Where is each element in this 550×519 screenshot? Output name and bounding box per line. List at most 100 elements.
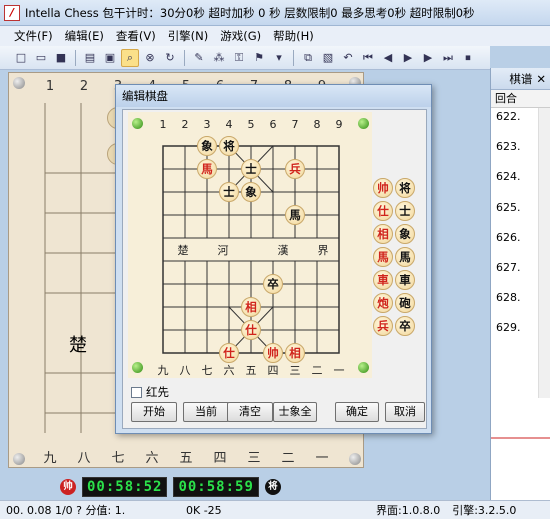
edit-board[interactable]: 1 2 3 4 5 6 7 8 9 楚 河 漢 界 象 将 馬 士 兵 士 象 …	[128, 112, 372, 378]
file-label: 九	[43, 451, 57, 466]
start-button[interactable]: 开始	[131, 402, 177, 422]
toolbar-divider	[75, 49, 76, 66]
palette-piece[interactable]: 兵	[373, 316, 393, 336]
file-label: 四	[213, 451, 227, 466]
menu-engine[interactable]: 引擎(N)	[162, 28, 215, 44]
print-icon[interactable]: ▤	[81, 49, 99, 67]
edit-board-dialog: 编辑棋盘 1 2 3 4 5 6 7 8 9 楚 河 漢 界 象 将 馬 士 兵…	[115, 84, 432, 434]
board-piece[interactable]: 馬	[197, 159, 217, 179]
board-piece[interactable]: 兵	[285, 159, 305, 179]
menu-help[interactable]: 帮助(H)	[267, 28, 320, 44]
file-label: 八	[77, 451, 91, 466]
dropdown-arrow-icon[interactable]: ▾	[270, 49, 288, 67]
river-label-han: 漢	[277, 244, 289, 257]
palette-piece[interactable]: 将	[395, 178, 415, 198]
board-piece[interactable]: 仕	[219, 343, 239, 363]
stop-icon[interactable]: ⊗	[141, 49, 159, 67]
red-first-checkbox[interactable]	[131, 386, 142, 398]
river-label-jie: 界	[317, 244, 329, 257]
palette-piece[interactable]: 車	[373, 270, 393, 290]
coord-bottom: 二	[311, 364, 323, 377]
prev-icon[interactable]: ◀	[379, 49, 397, 67]
ok-button[interactable]: 确定	[335, 402, 379, 422]
move-list-header: 棋谱 ✕	[491, 68, 550, 90]
first-icon[interactable]: ⏮	[359, 49, 377, 67]
menu-edit[interactable]: 编辑(E)	[59, 28, 110, 44]
palette-piece[interactable]: 帅	[373, 178, 393, 198]
red-clock: 00:58:52	[82, 477, 168, 497]
board-piece[interactable]: 卒	[263, 274, 283, 294]
move-list-tab[interactable]: 棋谱	[509, 71, 532, 87]
board-piece[interactable]: 士	[219, 182, 239, 202]
file-label: 六	[145, 451, 159, 466]
dialog-title: 编辑棋盘	[116, 85, 431, 107]
move-list-column-header: 回合	[491, 90, 550, 108]
lock-icon[interactable]: ⚿	[230, 49, 248, 67]
palette-piece[interactable]: 士	[395, 201, 415, 221]
undo-icon[interactable]: ↶	[339, 49, 357, 67]
open-icon[interactable]: ▭	[32, 49, 50, 67]
file-label: 三	[247, 451, 261, 466]
dialog-body: 1 2 3 4 5 6 7 8 9 楚 河 漢 界 象 将 馬 士 兵 士 象 …	[122, 109, 427, 429]
new-icon[interactable]: □	[12, 49, 30, 67]
board-piece[interactable]: 象	[197, 136, 217, 156]
clear-button[interactable]: 清空	[227, 402, 273, 422]
menu-file[interactable]: 文件(F)	[8, 28, 59, 44]
status-bar: 00. 0.08 1/0 ? 分值: 1. 0K -25 界面:1.0.8.0 …	[0, 500, 550, 519]
board-piece[interactable]: 士	[241, 159, 261, 179]
move-list-scrollbar[interactable]	[538, 108, 550, 408]
copy-icon[interactable]: ⧉	[299, 49, 317, 67]
board-piece[interactable]: 仕	[241, 320, 261, 340]
coord-bottom: 一	[333, 364, 345, 377]
next-icon[interactable]: ▶	[419, 49, 437, 67]
palette-piece[interactable]: 仕	[373, 201, 393, 221]
palette-piece[interactable]: 相	[373, 224, 393, 244]
file-label: 一	[315, 451, 329, 466]
river-label-chu: 楚	[177, 244, 189, 257]
black-clock: 00:58:59	[173, 477, 259, 497]
refresh-icon[interactable]: ↻	[161, 49, 179, 67]
file-label: 五	[179, 451, 193, 466]
palette-piece[interactable]: 砲	[395, 293, 415, 313]
palette-piece[interactable]: 馬	[373, 247, 393, 267]
file-label: 七	[111, 451, 125, 466]
edit-icon[interactable]: ✎	[190, 49, 208, 67]
menu-game[interactable]: 游戏(G)	[214, 28, 267, 44]
board-piece[interactable]: 象	[241, 182, 261, 202]
coord-bottom: 五	[245, 364, 257, 377]
title-bar: / Intella Chess 包干计时：30分0秒 超时加秒 0 秒 层数限制…	[0, 0, 550, 26]
palette-piece[interactable]: 車	[395, 270, 415, 290]
coord-bottom: 三	[289, 364, 301, 377]
coord-bottom: 八	[179, 364, 191, 377]
board-piece[interactable]: 相	[241, 297, 261, 317]
monitor-icon[interactable]: ▣	[101, 49, 119, 67]
palette-piece[interactable]: 馬	[395, 247, 415, 267]
status-engine-version: 引擎:3.2.5.0	[452, 504, 517, 517]
palette-piece[interactable]: 炮	[373, 293, 393, 313]
board-piece[interactable]: 帅	[263, 343, 283, 363]
black-side-indicator: 将	[264, 479, 281, 495]
play-icon[interactable]: ▶	[399, 49, 417, 67]
full-advisors-elephants-button[interactable]: 士象全	[273, 402, 317, 422]
tree-icon[interactable]: ⁂	[210, 49, 228, 67]
end-icon[interactable]: ⏹	[459, 49, 477, 67]
close-icon[interactable]: ✕	[536, 72, 546, 86]
paste-icon[interactable]: ▧	[319, 49, 337, 67]
palette-piece[interactable]: 象	[395, 224, 415, 244]
save-icon[interactable]: ■	[52, 49, 70, 67]
board-piece[interactable]: 馬	[285, 205, 305, 225]
red-first-option[interactable]: 红先	[131, 384, 169, 400]
cancel-button[interactable]: 取消	[385, 402, 425, 422]
search-icon[interactable]: ⌕	[121, 48, 139, 67]
board-piece[interactable]: 相	[285, 343, 305, 363]
coord-bottom: 七	[201, 364, 213, 377]
palette-piece[interactable]: 卒	[395, 316, 415, 336]
coord-bottom: 六	[223, 364, 235, 377]
menu-view[interactable]: 查看(V)	[110, 28, 162, 44]
current-button[interactable]: 当前	[183, 402, 229, 422]
flag-icon[interactable]: ⚑	[250, 49, 268, 67]
river-label-chu: 楚	[69, 335, 87, 356]
last-icon[interactable]: ⏭	[439, 49, 457, 67]
board-piece[interactable]: 将	[219, 136, 239, 156]
status-ui-version: 界面:1.0.8.0	[376, 504, 441, 517]
